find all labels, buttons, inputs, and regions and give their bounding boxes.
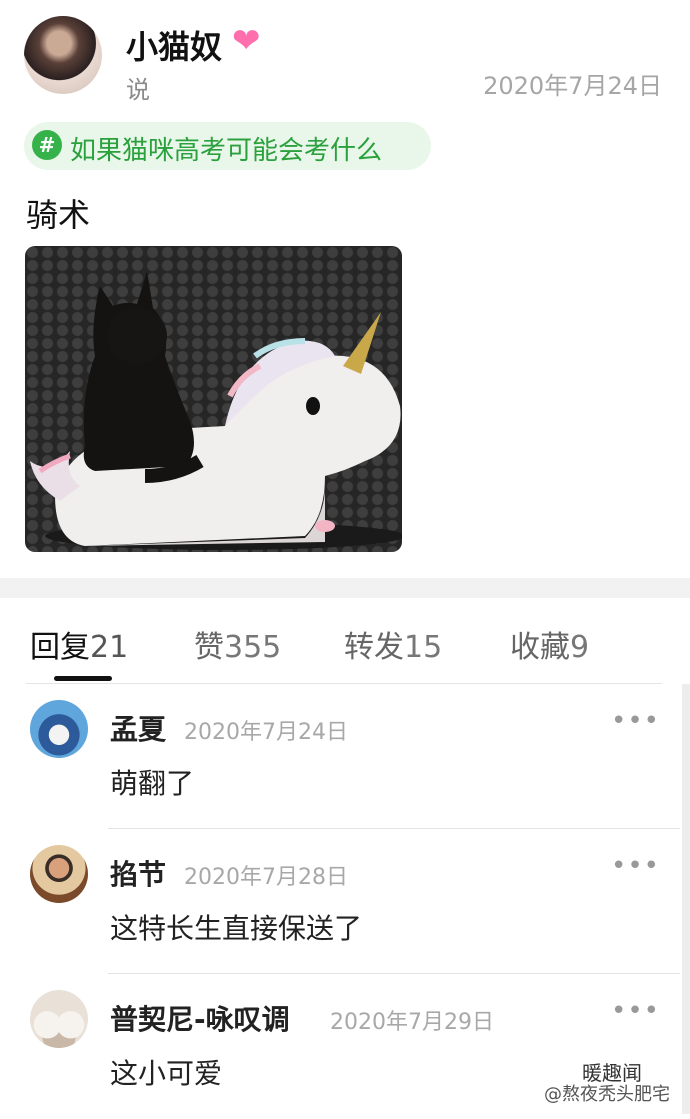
tab-replies[interactable]: 回复21 — [30, 622, 128, 666]
tab-likes-label: 赞 — [194, 630, 224, 665]
post-image[interactable] — [25, 246, 402, 552]
watermark-top: 暖趣闻 — [582, 1061, 642, 1085]
hashtag-icon: # — [32, 130, 62, 160]
commenter-name[interactable]: 掐节 — [110, 853, 166, 893]
post-text: 骑术 — [26, 196, 91, 234]
comment-date: 2020年7月29日 — [330, 1010, 494, 1035]
tab-favorites-count: 9 — [570, 630, 590, 665]
tab-reposts[interactable]: 转发15 — [344, 622, 442, 666]
more-options-icon[interactable]: ••• — [611, 851, 660, 881]
commenter-avatar[interactable] — [30, 700, 88, 758]
topic-tag[interactable]: # 如果猫咪高考可能会考什么 — [24, 122, 431, 170]
tab-likes-count: 355 — [224, 630, 282, 665]
tab-favorites[interactable]: 收藏9 — [510, 622, 589, 666]
tab-reposts-label: 转发 — [344, 630, 404, 665]
author-avatar[interactable] — [24, 16, 102, 94]
section-divider — [0, 578, 690, 598]
comment-item: 掐节 2020年7月28日 ••• 这特长生直接保送了 — [0, 829, 680, 974]
topic-label: 如果猫咪高考可能会考什么 — [70, 136, 383, 166]
watermark: 暖趣闻 @熬夜秃头肥宅 — [544, 1061, 670, 1106]
comment-text: 这小可爱 — [110, 1057, 223, 1090]
author-name[interactable]: 小猫奴 — [126, 22, 222, 68]
tab-reposts-count: 15 — [404, 630, 443, 665]
post-verb: 说 — [126, 76, 150, 104]
more-options-icon[interactable]: ••• — [611, 706, 660, 736]
comment-item: 孟夏 2020年7月24日 ••• 萌翻了 — [0, 684, 680, 829]
comment-date: 2020年7月24日 — [184, 720, 348, 745]
tab-likes[interactable]: 赞355 — [194, 622, 281, 666]
scrollbar[interactable] — [682, 684, 690, 1114]
heart-icon: ❤ — [232, 21, 261, 61]
commenter-avatar[interactable] — [30, 990, 88, 1048]
tab-favorites-label: 收藏 — [510, 630, 570, 665]
commenter-avatar[interactable] — [30, 845, 88, 903]
post-date: 2020年7月24日 — [483, 72, 662, 100]
commenter-name[interactable]: 普契尼-咏叹调 — [110, 998, 290, 1038]
comment-text: 萌翻了 — [110, 767, 195, 800]
tab-replies-label: 回复 — [30, 630, 90, 665]
more-options-icon[interactable]: ••• — [611, 996, 660, 1026]
comment-date: 2020年7月28日 — [184, 865, 348, 890]
cat-on-unicorn-illustration — [30, 271, 402, 550]
commenter-name[interactable]: 孟夏 — [110, 708, 166, 748]
interaction-tabs: 回复21 赞355 转发15 收藏9 — [0, 598, 690, 684]
comment-text: 这特长生直接保送了 — [110, 912, 363, 945]
watermark-bottom: @熬夜秃头肥宅 — [544, 1084, 670, 1105]
tab-replies-count: 21 — [90, 630, 129, 665]
active-tab-indicator — [54, 676, 112, 681]
post-card: 小猫奴 ❤ 说 2020年7月24日 # 如果猫咪高考可能会考什么 骑术 — [0, 0, 690, 578]
